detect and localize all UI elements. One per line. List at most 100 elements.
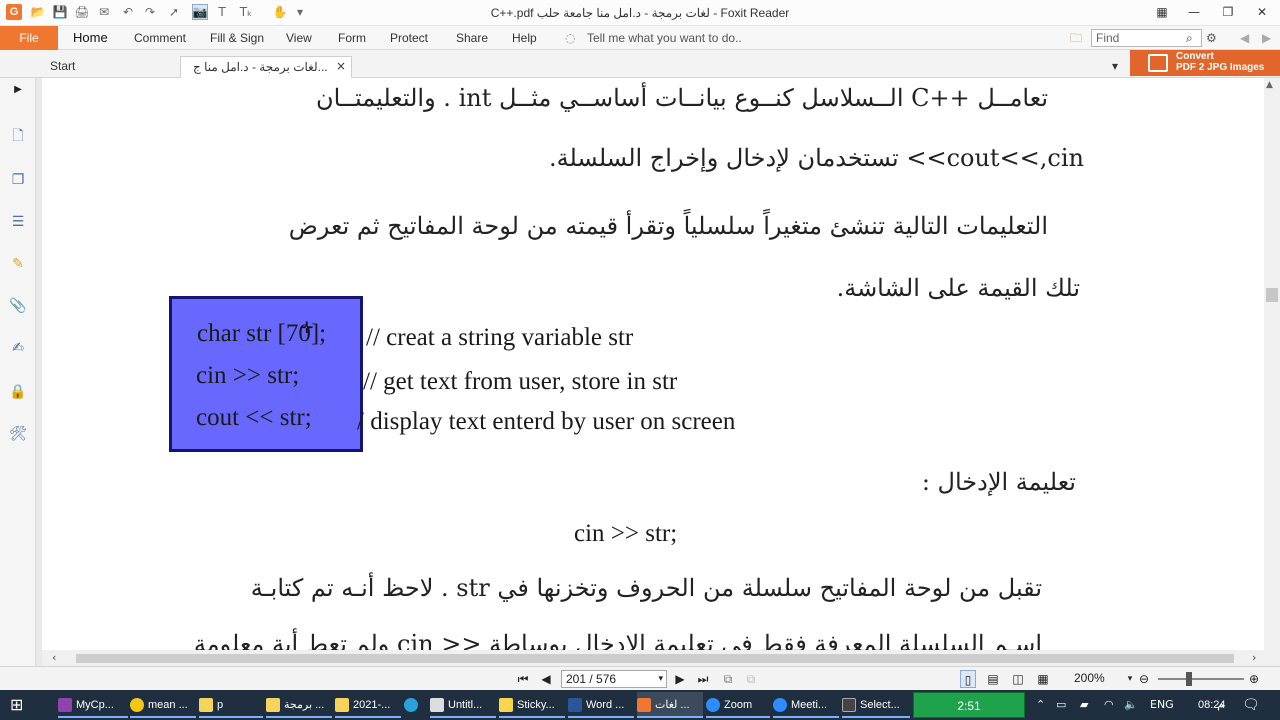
code-comment-3: / display text enterd by user on screen: [357, 408, 736, 435]
scroll-left-icon[interactable]: ‹: [52, 651, 56, 664]
minimize-button[interactable]: —: [1184, 3, 1204, 21]
tools-icon[interactable]: 🛠: [8, 424, 28, 444]
tab-view[interactable]: View: [286, 26, 312, 50]
next-result-icon[interactable]: ▶: [1262, 26, 1271, 50]
zoom-out-icon[interactable]: ⊖: [1136, 670, 1152, 688]
maximize-button[interactable]: ❐: [1218, 3, 1238, 21]
continuous-facing-icon[interactable]: ▦: [1035, 670, 1051, 688]
battery-icon[interactable]: ▭: [1056, 690, 1066, 720]
network-icon[interactable]: ▰: [1080, 690, 1088, 720]
attachment-icon[interactable]: 📎: [8, 296, 28, 316]
taskbar-item-zoom[interactable]: Zoom: [706, 692, 770, 718]
taskbar-item-folder-barmaja[interactable]: برمجة ...: [266, 692, 332, 718]
wifi-icon[interactable]: ◠: [1104, 690, 1114, 720]
convert-pdf-jpg-banner[interactable]: Convert PDF 2 JPG Images: [1130, 50, 1280, 76]
tab-fill-sign[interactable]: Fill & Sign: [210, 26, 264, 50]
tell-me-search[interactable]: Tell me what you want to do..: [587, 26, 742, 50]
folder-search-icon[interactable]: 🗀: [1070, 26, 1082, 50]
convert-line2: PDF 2 JPG Images: [1176, 62, 1265, 73]
cursor-crosshair-icon: ✛: [300, 318, 314, 337]
tab-current-document[interactable]: لغات برمجة - د.امل منا ج...: [180, 56, 352, 78]
zoom-slider[interactable]: [1158, 678, 1244, 680]
page-line-6: تقبل من لوحة المفاتيح سلسلة من الحروف وت…: [250, 574, 1042, 602]
search-icon[interactable]: ⌕: [1186, 26, 1193, 50]
restore-layout-icon[interactable]: ▦: [1152, 3, 1172, 21]
previous-page-icon[interactable]: ◀: [538, 670, 554, 688]
first-page-icon[interactable]: ⏮: [515, 670, 531, 688]
facing-page-icon[interactable]: ◫: [1010, 670, 1026, 688]
security-lock-icon[interactable]: 🔒: [8, 382, 28, 402]
tab-help[interactable]: Help: [512, 26, 537, 50]
ribbon-collapse-chevron-icon[interactable]: ▾: [1112, 56, 1118, 78]
page-line-3: التعليمات التالية تنشئ متغيراً سلسلياً و…: [288, 212, 1048, 240]
next-view-icon[interactable]: ⧉: [743, 670, 759, 688]
title-bar: G 📂 💾 🖨 ✉ ↶ ↷ ➚ 📷 T Tₖ ✋ ▾ C++.pdf لغات …: [0, 0, 1280, 26]
comments-icon[interactable]: ✎: [8, 254, 28, 274]
input-heading: تعليمة الإدخال :: [921, 468, 1076, 496]
notifications-icon[interactable]: 🗨: [1242, 690, 1260, 720]
scroll-right-icon[interactable]: ›: [1252, 651, 1256, 664]
language-indicator[interactable]: ENG: [1150, 690, 1174, 720]
taskbar-item-telegram[interactable]: [404, 692, 426, 718]
code-comment-1: // creat a string variable str: [366, 324, 634, 351]
page-line-4: تلك القيمة على الشاشة.: [836, 274, 1080, 302]
tab-home[interactable]: Home: [73, 26, 108, 50]
taskbar-item-meeting[interactable]: Meeti...: [773, 692, 839, 718]
close-tab-icon[interactable]: ×: [336, 56, 346, 78]
pages-icon[interactable]: ❐: [8, 170, 28, 190]
taskbar-item-word[interactable]: Word ...: [568, 692, 634, 718]
tab-form[interactable]: Form: [338, 26, 366, 50]
next-page-icon[interactable]: ▶: [672, 670, 688, 688]
tab-start[interactable]: Start: [50, 56, 75, 78]
page-line-2: cout<<,cin>> تستخدمان لإدخال وإخراج السل…: [548, 144, 1084, 172]
taskbar-item-folder-2021[interactable]: 2021-...: [335, 692, 401, 718]
page-dropdown-icon[interactable]: ▾: [658, 671, 663, 687]
volume-icon[interactable]: 🔈: [1124, 690, 1138, 720]
page-number-input[interactable]: 201 / 576 ▾: [561, 670, 667, 688]
code-comment-2: // get text from user, store in str: [363, 368, 678, 395]
vertical-scroll-thumb[interactable]: [1266, 288, 1278, 302]
current-document-label: لغات برمجة - د.امل منا ج...: [193, 60, 328, 74]
expand-panel-icon[interactable]: ▶: [8, 80, 28, 100]
close-button[interactable]: ✕: [1252, 3, 1272, 21]
signature-icon[interactable]: ✍: [8, 338, 28, 358]
clock-time[interactable]: 08:24: [1198, 690, 1226, 720]
single-page-icon[interactable]: ▯: [960, 670, 976, 688]
taskbar-item-untitled[interactable]: Untitl...: [430, 692, 496, 718]
previous-view-icon[interactable]: ⧉: [720, 670, 736, 688]
horizontal-scroll-thumb[interactable]: [76, 654, 1234, 663]
tab-comment[interactable]: Comment: [134, 26, 186, 50]
taskbar-item-foxit[interactable]: لغات ...: [637, 692, 703, 718]
window-title: C++.pdf لغات برمجة - د.امل منا جامعة حلب…: [490, 6, 790, 20]
scroll-up-icon[interactable]: ▲: [1266, 80, 1273, 90]
windows-start-icon[interactable]: ⊞: [10, 692, 28, 718]
lightbulb-icon: ◌: [565, 31, 576, 45]
zoom-slider-knob[interactable]: [1186, 672, 1192, 686]
last-page-icon[interactable]: ⏭: [695, 670, 711, 688]
continuous-page-icon[interactable]: ▤: [985, 670, 1001, 688]
code-stmt-2: cin >> str;: [196, 362, 300, 389]
tray-chevron-icon[interactable]: ⌃: [1036, 690, 1045, 720]
taskbar-item-folder-p[interactable]: p: [199, 692, 263, 718]
taskbar-item-select[interactable]: Select...: [842, 692, 910, 718]
prev-result-icon[interactable]: ◀: [1240, 26, 1249, 50]
document-tab-bar: Start لغات برمجة - د.امل منا ج... × ▾: [0, 50, 1280, 78]
navigation-panel: ▶ 🗋 ❐ ☰ ✎ 📎 ✍ 🔒 🛠: [0, 78, 36, 666]
taskbar-item-mycp[interactable]: MyCp...: [58, 692, 128, 718]
ribbon-tabs: File Home Comment Fill & Sign View Form …: [0, 26, 1280, 50]
tab-share[interactable]: Share: [456, 26, 488, 50]
vertical-scrollbar[interactable]: [1264, 78, 1280, 666]
zoom-in-icon[interactable]: ⊕: [1246, 670, 1262, 688]
layers-icon[interactable]: ☰: [8, 212, 28, 232]
file-tab[interactable]: File: [0, 26, 58, 50]
page-line-1: تعامــل ++C الــسلاسل كنــوع بيانــات أس…: [315, 84, 1048, 112]
tab-protect[interactable]: Protect: [390, 26, 428, 50]
recording-timer[interactable]: 2:51: [913, 692, 1025, 718]
taskbar-item-chrome[interactable]: mean ...: [130, 692, 196, 718]
taskbar-item-sticky[interactable]: Sticky...: [499, 692, 565, 718]
zoom-level[interactable]: 200%: [1074, 671, 1105, 685]
windows-taskbar: ⊞ MyCp... mean ... p برمجة ... 2021-... …: [0, 690, 1280, 720]
settings-gear-icon[interactable]: ⚙: [1206, 26, 1217, 50]
page-line-7: اسـم السلسلة المعرفة فقط في تعليمة الإدخ…: [193, 630, 1042, 650]
page-thumbnail-icon[interactable]: 🗋: [8, 126, 28, 146]
